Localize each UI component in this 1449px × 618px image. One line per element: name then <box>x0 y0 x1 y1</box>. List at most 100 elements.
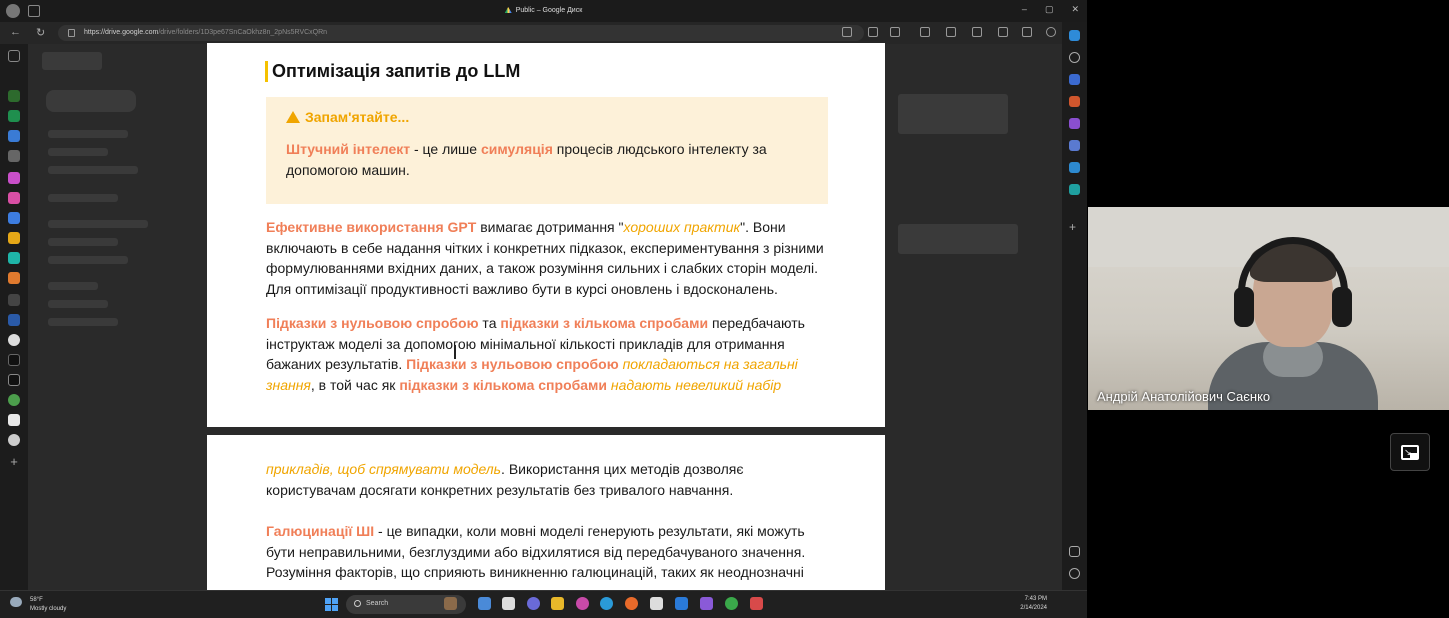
split-screen-icon[interactable] <box>946 27 956 37</box>
file-explorer-icon[interactable] <box>502 597 515 610</box>
copilot-icon[interactable] <box>1069 30 1080 41</box>
paragraph: Підказки з нульовою спробою та підказки … <box>266 313 826 395</box>
window-title-area: Public – Google Диск <box>0 7 1087 14</box>
minimize-button[interactable]: – <box>1022 4 1027 15</box>
add-app-icon[interactable]: + <box>1069 221 1080 233</box>
tab-favicon[interactable] <box>8 374 20 386</box>
browser-vertical-tabs: + <box>0 44 28 590</box>
app-icon[interactable] <box>750 597 763 610</box>
feedback-icon[interactable] <box>1022 27 1032 37</box>
collections-icon[interactable] <box>998 27 1008 37</box>
mini-window-icon <box>1410 453 1418 459</box>
chrome-icon[interactable] <box>725 597 738 610</box>
refresh-icon[interactable]: ↻ <box>36 26 45 39</box>
widgets-icon[interactable] <box>444 597 457 610</box>
participant-video-feed <box>1208 237 1378 410</box>
games-icon[interactable] <box>1069 118 1080 129</box>
teams-icon[interactable] <box>527 597 540 610</box>
shopping-icon[interactable] <box>1069 74 1080 85</box>
participant-video-tile[interactable]: Андрій Анатолійович Саєнко <box>1088 207 1449 410</box>
url-host: https://drive.google.com <box>84 29 159 36</box>
app-grid-icon[interactable] <box>842 27 852 37</box>
tools-icon[interactable] <box>1069 96 1080 107</box>
github-icon[interactable] <box>8 434 20 446</box>
highlight-term: симуляція <box>480 141 553 157</box>
read-aloud-icon[interactable] <box>868 27 878 37</box>
drop-icon[interactable] <box>1069 184 1080 195</box>
window-controls: – ▢ ✕ <box>1022 4 1079 15</box>
details-panel <box>898 94 1008 134</box>
google-drive-icon <box>504 7 512 13</box>
maximize-button[interactable]: ▢ <box>1045 4 1054 15</box>
highlight-term: Підказки з нульовою спробою <box>266 315 479 331</box>
tab-favicon[interactable] <box>8 192 20 204</box>
office-icon[interactable] <box>1069 140 1080 151</box>
nav-item <box>48 256 128 264</box>
back-icon[interactable]: ← <box>10 26 21 38</box>
paragraph: прикладів, щоб спрямувати модель. Викори… <box>266 459 826 500</box>
highlight-term: Штучний інтелект <box>286 141 411 157</box>
weather-desc: Mostly cloudy <box>30 606 67 612</box>
system-clock[interactable]: 7:43 PM 2/14/2024 <box>1020 595 1047 613</box>
headphones-right <box>1332 287 1352 327</box>
favorites-icon[interactable] <box>972 27 982 37</box>
mail-icon[interactable] <box>675 597 688 610</box>
refresh-extension-icon[interactable] <box>920 27 930 37</box>
text-cursor <box>454 345 456 359</box>
app-icon[interactable] <box>576 597 589 610</box>
nav-item <box>48 130 128 138</box>
document-page: прикладів, щоб спрямувати модель. Викори… <box>207 435 885 590</box>
task-view-icon[interactable] <box>478 597 491 610</box>
tab-favicon[interactable] <box>8 232 20 244</box>
warning-icon <box>286 111 300 123</box>
highlight-term: підказки з кількома спробами <box>399 376 608 393</box>
highlight-term: Підказки з нульовою спробою <box>406 356 619 372</box>
nav-item <box>48 318 118 326</box>
tab-favicon[interactable] <box>8 110 20 122</box>
tab-panel-icon[interactable] <box>8 50 20 62</box>
settings-gear-icon[interactable] <box>1069 568 1080 579</box>
tab-favicon[interactable] <box>8 272 20 284</box>
tab-favicon[interactable] <box>8 252 20 264</box>
tab-favicon[interactable] <box>8 150 20 162</box>
drive-tab-icon[interactable] <box>8 130 20 142</box>
windows-taskbar: 58°F Mostly cloudy Search 7:43 PM 2/14/202… <box>0 590 1087 618</box>
app-icon[interactable] <box>700 597 713 610</box>
tab-favicon[interactable] <box>8 90 20 102</box>
body-text: вимагає дотримання " <box>476 219 624 235</box>
document-title: Оптимізація запитів до LLM <box>265 61 520 82</box>
cloudy-weather-icon <box>10 597 22 607</box>
firefox-icon[interactable] <box>625 597 638 610</box>
italic-term: надають невеликий набір <box>607 376 782 393</box>
tab-favicon[interactable] <box>8 354 20 366</box>
tab-favicon[interactable] <box>8 334 20 346</box>
drive-logo <box>42 52 102 70</box>
edge-icon[interactable] <box>600 597 613 610</box>
paragraph: Ефективне використання GPT вимагає дотри… <box>266 217 826 299</box>
url-input[interactable]: https://drive.google.com/drive/folders/1… <box>58 25 864 41</box>
sidebar-toggle-icon[interactable] <box>1069 546 1080 557</box>
headphones-left <box>1234 287 1254 327</box>
folder-icon[interactable] <box>551 597 564 610</box>
tab-favicon[interactable] <box>8 314 20 326</box>
tab-favicon[interactable] <box>8 212 20 224</box>
picture-in-picture-button[interactable]: ↘ <box>1390 433 1430 471</box>
tab-favicon[interactable] <box>8 414 20 426</box>
tab-favicon[interactable] <box>8 394 20 406</box>
nav-item <box>48 238 118 246</box>
browser-side-panel: + <box>1062 22 1087 590</box>
details-panel <box>898 224 1018 254</box>
outlook-icon[interactable] <box>1069 162 1080 173</box>
new-tab-icon[interactable]: + <box>8 455 20 468</box>
reminder-callout: Запам'ятайте... Штучний інтелект - це ли… <box>266 97 828 204</box>
nav-item <box>48 300 108 308</box>
start-button[interactable] <box>325 598 338 611</box>
store-icon[interactable] <box>650 597 663 610</box>
favorite-star-icon[interactable] <box>890 27 900 37</box>
tab-favicon[interactable] <box>8 172 20 184</box>
more-options-icon[interactable] <box>1046 27 1056 37</box>
highlight-term: Ефективне використання GPT <box>266 219 477 235</box>
search-icon[interactable] <box>1069 52 1080 63</box>
close-button[interactable]: ✕ <box>1071 4 1079 15</box>
tab-favicon[interactable] <box>8 294 20 306</box>
